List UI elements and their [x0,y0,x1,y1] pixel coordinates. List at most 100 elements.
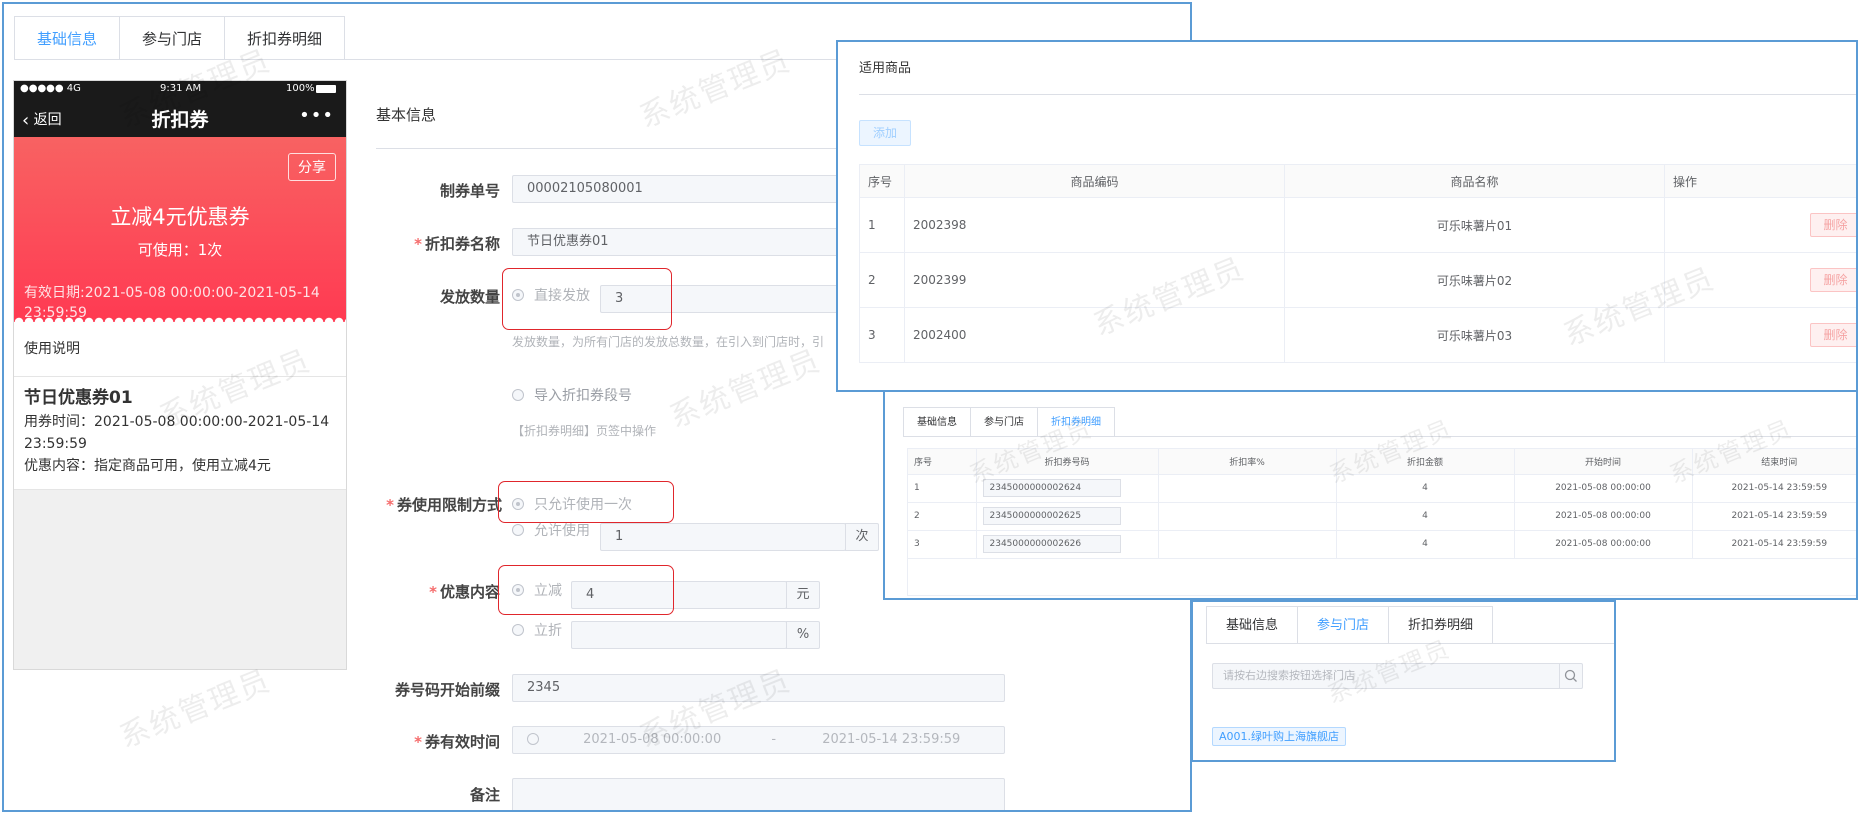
tab-coupon-details[interactable]: 折扣券明细 [1038,407,1115,437]
coupon-code-field[interactable]: 2345000000002626 [982,535,1121,553]
percent-unit: % [786,621,820,649]
row-amount: 4 [1335,502,1514,531]
coupon-code-field[interactable]: 2345000000002625 [982,507,1121,525]
row-code: 2002398 [904,197,1285,253]
row-end: 2021-05-14 23:59:59 [1691,474,1856,503]
import-hint: 【折扣券明细】页签中操作 [512,424,657,438]
scallop-edge [14,317,346,327]
row-name: 可乐味薯片01 [1284,197,1665,253]
col-start-time: 开始时间 [1513,449,1692,475]
table-row: 1 2345000000002624 4 2021-05-08 00:00:00… [908,474,1856,503]
row-amount: 4 [1335,474,1514,503]
goods-table: 序号 商品编码 商品名称 操作 1 2002398 可乐味薯片01 删除 2 2… [859,164,1856,363]
col-discount-rate: 折扣率% [1157,449,1336,475]
row-no: 3 [859,307,905,363]
details-table-wrap: 序号 折扣券号码 折扣率% 折扣金额 开始时间 结束时间 1 234500000… [907,448,1856,596]
watermark: 系统管理员 [114,663,277,756]
coupon-name-field[interactable]: 节日优惠券01 [512,228,852,256]
allow-use-radio[interactable]: 允许使用 [512,520,590,540]
phone-preview: ●●●●● 4G 9:31 AM 100% ‹ 返回 折扣券 ••• 分享 立减… [13,80,347,670]
tab-participating-stores[interactable]: 参与门店 [120,16,226,60]
tab-coupon-details[interactable]: 折扣券明细 [225,16,346,60]
valid-time-range-picker[interactable]: 2021-05-08 00:00:00 - 2021-05-14 23:59:5… [512,726,1005,754]
highlight-box-discount [498,565,674,615]
usage-title-row: 使用说明 [14,322,346,377]
row-no: 2 [908,502,976,531]
row-code: 2002399 [904,252,1285,308]
highlight-box-limit [498,481,674,523]
valid-end: 2021-05-14 23:59:59 [822,732,961,747]
delete-button[interactable]: 删除 [1809,213,1856,237]
delete-button[interactable]: 删除 [1809,323,1856,347]
phone-page-title: 折扣券 [151,109,209,131]
tab-participating-stores[interactable]: 参与门店 [1298,606,1390,644]
store-search-input[interactable]: 请按右边搜索按钮选择门店 [1212,663,1560,689]
code-prefix-field[interactable]: 2345 [512,674,1005,702]
store-tag[interactable]: A001.绿叶购上海旗舰店 [1212,727,1347,746]
row-start: 2021-05-08 00:00:00 [1513,502,1692,531]
row-rate [1157,502,1336,531]
store-search-button[interactable] [1559,663,1583,689]
use-limit-label: * 券使用限制方式 [386,496,502,514]
tab-participating-stores[interactable]: 参与门店 [971,407,1038,437]
row-start: 2021-05-08 00:00:00 [1513,530,1692,559]
section-title: 基本信息 [376,106,437,124]
tab-basic-info[interactable]: 基础信息 [1206,606,1299,644]
detail-content: 优惠内容：指定商品可用，使用立减4元 [24,458,271,474]
order-no-field[interactable]: 00002105080001 [512,175,852,203]
col-end-time: 结束时间 [1691,449,1856,475]
remark-field[interactable] [512,778,1005,810]
tab-coupon-details[interactable]: 折扣券明细 [1389,606,1494,644]
coupon-usable-times: 可使用：1次 [137,241,223,259]
share-button[interactable]: 分享 [288,153,336,181]
col-no: 序号 [908,449,976,475]
clock-icon [527,733,539,745]
table-row: 3 2002400 可乐味薯片03 删除 [859,307,1856,363]
details-tabs: 基础信息 参与门店 折扣券明细 [903,407,1115,437]
details-tabs-divider [903,436,1856,437]
table-row: 2 2002399 可乐味薯片02 删除 [859,252,1856,308]
issue-qty-hint: 发放数量，为所有门店的发放总数量，在引入到门店时，引 [512,335,825,349]
coupon-title: 立减4元优惠券 [110,205,250,229]
valid-start: 2021-05-08 00:00:00 [583,732,722,747]
phone-status-bar: ●●●●● 4G 9:31 AM 100% [14,81,346,97]
coupon-card: 分享 立减4元优惠券 可使用：1次 有效日期:2021-05-08 00:00:… [14,137,346,327]
search-icon [1564,669,1577,682]
range-sep: - [771,732,777,747]
add-goods-button[interactable]: 添加 [859,120,911,146]
table-row: 1 2002398 可乐味薯片01 删除 [859,197,1856,253]
import-segment-radio[interactable]: 导入折扣券段号 [512,385,632,405]
more-icon[interactable]: ••• [299,105,334,126]
goods-divider [859,94,1856,95]
col-goods-name: 商品名称 [1284,164,1665,198]
issue-qty-label: 发放数量 [439,288,500,306]
stores-tabs: 基础信息 参与门店 折扣券明细 [1206,606,1494,644]
coupon-code-field[interactable]: 2345000000002624 [982,479,1121,497]
rate-radio[interactable]: 立折 [512,620,562,640]
row-no: 1 [859,197,905,253]
tab-basic-info[interactable]: 基础信息 [14,16,121,60]
col-no: 序号 [859,164,905,198]
applicable-goods-panel: 适用商品 添加 序号 商品编码 商品名称 操作 1 2002398 可乐味薯片0… [836,40,1858,392]
times-unit: 次 [845,523,879,551]
allow-use-times-field[interactable]: 1 [600,523,846,551]
rate-field[interactable] [571,621,787,649]
delete-button[interactable]: 删除 [1809,268,1856,292]
detail-use-time: 用券时间：2021-05-08 00:00:00-2021-05-14 23:5… [24,414,330,452]
row-no: 2 [859,252,905,308]
col-goods-code: 商品编码 [904,164,1285,198]
main-tabs: 基础信息 参与门店 折扣券明细 [14,16,346,60]
coupon-name-label: * 折扣券名称 [414,235,500,253]
status-time: 9:31 AM [160,83,202,94]
coupon-detail-block: 节日优惠券01 用券时间：2021-05-08 00:00:00-2021-05… [14,377,346,490]
row-rate [1157,474,1336,503]
watermark: 系统管理员 [664,343,827,436]
col-discount-amount: 折扣金额 [1335,449,1514,475]
row-end: 2021-05-14 23:59:59 [1691,502,1856,531]
usage-title: 使用说明 [24,341,80,357]
yuan-unit: 元 [786,581,820,609]
tab-basic-info[interactable]: 基础信息 [903,407,971,437]
row-code: 2002400 [904,307,1285,363]
battery-icon [316,85,336,93]
participating-stores-panel: 基础信息 参与门店 折扣券明细 请按右边搜索按钮选择门店 A001.绿叶购上海旗… [1191,600,1616,762]
